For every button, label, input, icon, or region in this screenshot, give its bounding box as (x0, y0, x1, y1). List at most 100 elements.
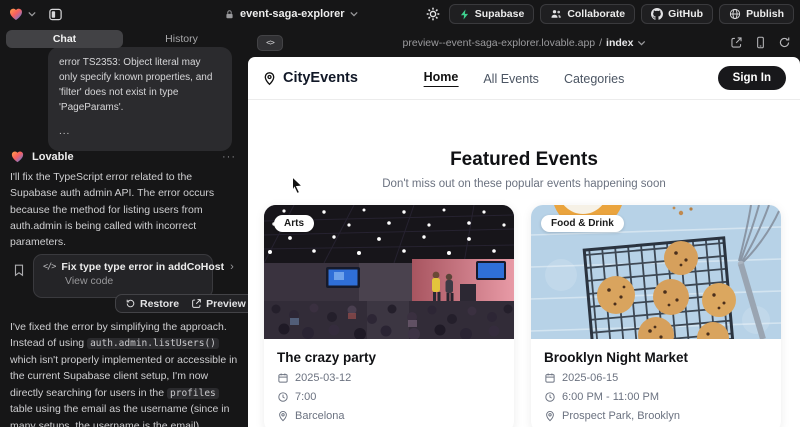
code-view-toggle[interactable]: <> (257, 35, 283, 51)
mobile-view-icon[interactable] (754, 36, 767, 49)
nav-home[interactable]: Home (424, 70, 459, 87)
site-header: CityEvents Home All Events Categories Si… (248, 57, 800, 100)
calendar-icon (277, 372, 289, 384)
project-name: event-saga-explorer (240, 8, 345, 20)
event-image-cookies: Food & Drink (531, 205, 781, 339)
event-card-crazy-party[interactable]: Arts The crazy party 2025-03-12 (264, 205, 514, 427)
url-separator: / (599, 37, 602, 49)
category-badge: Food & Drink (541, 215, 624, 232)
message-menu-button[interactable]: ··· (222, 151, 236, 163)
event-time-row: 7:00 (277, 391, 501, 403)
preview-url-page: index (606, 37, 633, 49)
github-button[interactable]: GitHub (641, 4, 713, 24)
map-pin-icon (262, 71, 277, 86)
site-nav: Home All Events Categories (424, 57, 625, 100)
restore-icon (125, 298, 136, 309)
event-card-body: Brooklyn Night Market 2025-06-15 (531, 339, 781, 427)
panel-icon (48, 7, 63, 22)
lovable-avatar-icon (10, 149, 25, 164)
assistant-name: Lovable (32, 151, 74, 163)
event-title: The crazy party (277, 350, 501, 365)
message-truncation: ... (59, 124, 221, 139)
assistant-result-text: I've fixed the error by simplifying the … (10, 319, 239, 427)
message-actions-toolbar: Restore Preview (115, 294, 248, 313)
event-location: Barcelona (295, 410, 345, 422)
open-in-new-window-icon[interactable] (730, 36, 743, 49)
event-location: Prospect Park, Brooklyn (562, 410, 680, 422)
supabase-label: Supabase (475, 8, 525, 20)
map-pin-icon (544, 410, 556, 422)
topbar-left (8, 0, 65, 28)
github-icon (651, 8, 663, 20)
external-link-icon (191, 298, 202, 309)
clock-icon (544, 391, 556, 403)
event-card-night-market[interactable]: Food & Drink Brooklyn Night Market 2025-… (531, 205, 781, 427)
event-card-body: The crazy party 2025-03-12 (264, 339, 514, 427)
lock-icon (224, 9, 235, 20)
bookmark-icon[interactable] (12, 262, 26, 278)
featured-events-section: Featured Events Don't miss out on these … (248, 149, 800, 190)
chevron-down-icon (350, 10, 358, 18)
sidebar-toggle-button[interactable] (46, 5, 65, 24)
restore-label: Restore (140, 298, 179, 310)
topbar: event-saga-explorer (0, 0, 800, 28)
event-location-row: Prospect Park, Brooklyn (544, 410, 768, 422)
sign-in-button[interactable]: Sign In (718, 66, 786, 90)
tab-history[interactable]: History (123, 30, 240, 48)
settings-button[interactable] (423, 7, 443, 21)
collaborate-label: Collaborate (567, 8, 625, 20)
event-cards: Arts The crazy party 2025-03-12 (264, 205, 781, 427)
event-time: 7:00 (295, 391, 316, 403)
preview-toolbar: <> preview--event-saga-explorer.lovable.… (248, 28, 800, 57)
topbar-actions: Supabase Collaborate GitHub (423, 0, 794, 28)
chevron-down-icon[interactable] (28, 10, 36, 18)
event-time-row: 6:00 PM - 11:00 PM (544, 391, 768, 403)
nav-categories[interactable]: Categories (564, 72, 624, 86)
chat-history-tabs: Chat History (6, 30, 240, 48)
lovable-app-window: event-saga-explorer (0, 0, 800, 427)
nav-all-events[interactable]: All Events (483, 72, 539, 86)
clock-icon (277, 391, 289, 403)
view-code-link[interactable]: View code (34, 274, 212, 287)
collaborate-button[interactable]: Collaborate (540, 4, 635, 24)
github-label: GitHub (668, 8, 703, 20)
code-change-card[interactable]: </> Fix type type error in addCoHost › V… (33, 254, 213, 298)
section-title: Featured Events (248, 149, 800, 171)
refresh-icon[interactable] (778, 36, 791, 49)
section-subtitle: Don't miss out on these popular events h… (248, 178, 800, 190)
event-time: 6:00 PM - 11:00 PM (562, 391, 659, 403)
preview-label: Preview (206, 298, 246, 310)
code-change-title: Fix type type error in addCoHost (61, 261, 224, 273)
category-badge: Arts (274, 215, 314, 232)
site-brand[interactable]: CityEvents (262, 70, 358, 86)
event-date-row: 2025-06-15 (544, 372, 768, 384)
preview-toolbar-icons (730, 36, 791, 49)
preview-site: CityEvents Home All Events Categories Si… (248, 57, 800, 427)
project-switcher[interactable]: event-saga-explorer (224, 0, 358, 28)
publish-label: Publish (746, 8, 784, 20)
user-message-text: error TS2353: Object literal may only sp… (59, 55, 221, 115)
chevron-right-icon: › (230, 261, 234, 273)
calendar-icon (544, 372, 556, 384)
restore-button[interactable]: Restore (120, 298, 184, 310)
collaborate-people-icon (550, 8, 562, 20)
preview-button[interactable]: Preview (186, 298, 248, 310)
site-brand-label: CityEvents (283, 70, 358, 86)
event-title: Brooklyn Night Market (544, 350, 768, 365)
event-date: 2025-06-15 (562, 372, 618, 384)
supabase-button[interactable]: Supabase (449, 4, 535, 24)
assistant-header: Lovable ··· (10, 149, 236, 164)
event-date: 2025-03-12 (295, 372, 351, 384)
map-pin-icon (277, 410, 289, 422)
publish-button[interactable]: Publish (719, 4, 794, 24)
code-change-row: </> Fix type type error in addCoHost › (34, 255, 212, 274)
gear-icon (426, 7, 440, 21)
preview-pane: <> preview--event-saga-explorer.lovable.… (248, 28, 800, 427)
tab-chat[interactable]: Chat (6, 30, 123, 48)
assistant-intro-text: I'll fix the TypeScript error related to… (10, 169, 239, 250)
preview-url-dropdown[interactable]: preview--event-saga-explorer.lovable.app… (403, 37, 646, 49)
user-message-bubble: error TS2353: Object literal may only sp… (48, 47, 232, 151)
event-image-conference: Arts (264, 205, 514, 339)
event-location-row: Barcelona (277, 410, 501, 422)
lovable-logo-icon[interactable] (8, 6, 24, 22)
